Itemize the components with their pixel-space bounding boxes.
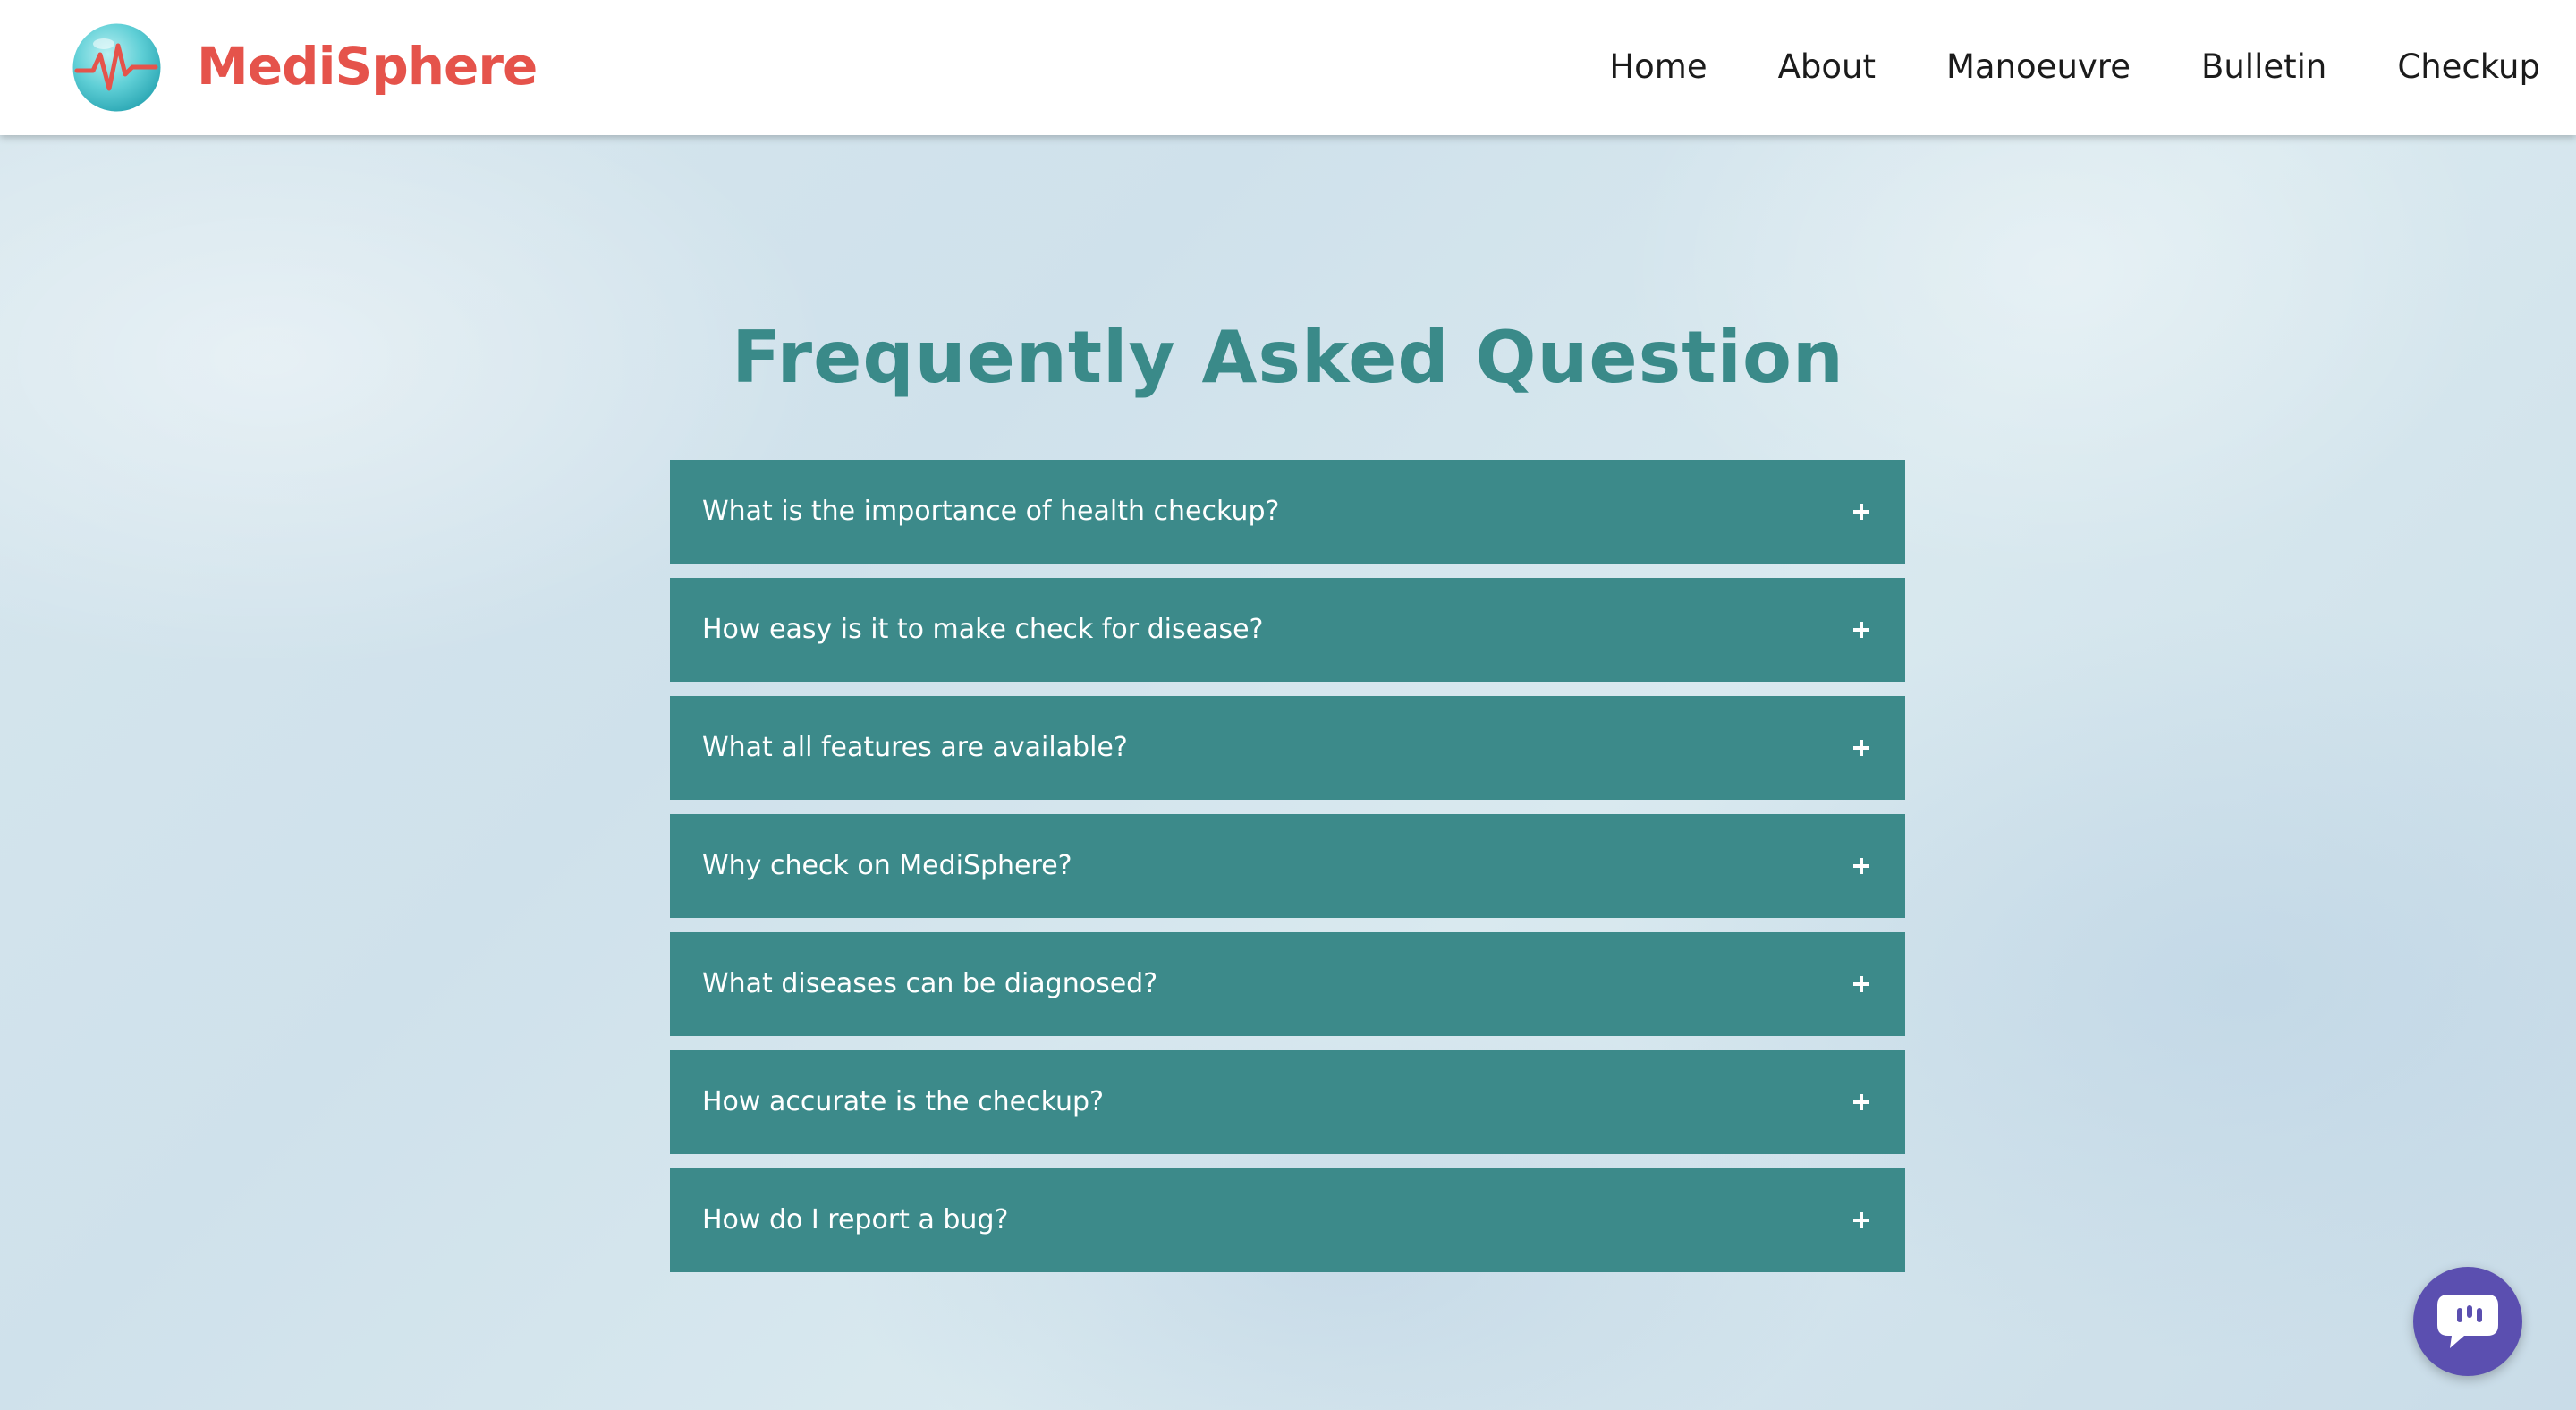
plus-icon[interactable] bbox=[1853, 622, 1869, 638]
brand-name[interactable]: MediSphere bbox=[197, 30, 538, 102]
faq-question: Why check on MediSphere? bbox=[702, 850, 1072, 881]
nav-checkup[interactable]: Checkup bbox=[2397, 47, 2540, 86]
faq-item[interactable]: How do I report a bug? bbox=[670, 1168, 1905, 1272]
plus-icon[interactable] bbox=[1853, 740, 1869, 756]
faq-item[interactable]: How accurate is the checkup? bbox=[670, 1050, 1905, 1154]
nav-about[interactable]: About bbox=[1778, 47, 1876, 86]
chat-bubble-icon bbox=[2437, 1295, 2498, 1348]
nav-manoeuvre[interactable]: Manoeuvre bbox=[1946, 47, 2131, 86]
plus-icon[interactable] bbox=[1853, 976, 1869, 992]
faq-question: How accurate is the checkup? bbox=[702, 1086, 1105, 1117]
nav-home[interactable]: Home bbox=[1609, 47, 1707, 86]
faq-question: What is the importance of health checkup… bbox=[702, 496, 1280, 527]
faq-question: What all features are available? bbox=[702, 732, 1128, 763]
faq-title: Frequently Asked Question bbox=[732, 316, 1844, 399]
plus-icon[interactable] bbox=[1853, 1212, 1869, 1228]
main-nav: Home About Manoeuvre Bulletin Checkup bbox=[1609, 38, 2540, 94]
faq-accordion: What is the importance of health checkup… bbox=[670, 460, 1905, 1287]
plus-icon[interactable] bbox=[1853, 858, 1869, 874]
nav-bulletin[interactable]: Bulletin bbox=[2201, 47, 2326, 86]
faq-item[interactable]: What all features are available? bbox=[670, 696, 1905, 800]
faq-item[interactable]: How easy is it to make check for disease… bbox=[670, 578, 1905, 682]
site-header: MediSphere Home About Manoeuvre Bulletin… bbox=[0, 0, 2576, 135]
plus-icon[interactable] bbox=[1853, 504, 1869, 520]
chat-widget-button[interactable] bbox=[2413, 1267, 2522, 1376]
plus-icon[interactable] bbox=[1853, 1094, 1869, 1110]
faq-item[interactable]: What diseases can be diagnosed? bbox=[670, 932, 1905, 1036]
faq-question: What diseases can be diagnosed? bbox=[702, 968, 1158, 999]
faq-item[interactable]: What is the importance of health checkup… bbox=[670, 460, 1905, 564]
faq-item[interactable]: Why check on MediSphere? bbox=[670, 814, 1905, 918]
heartbeat-globe-icon[interactable] bbox=[72, 22, 162, 113]
faq-question: How easy is it to make check for disease… bbox=[702, 614, 1264, 645]
faq-question: How do I report a bug? bbox=[702, 1204, 1009, 1236]
